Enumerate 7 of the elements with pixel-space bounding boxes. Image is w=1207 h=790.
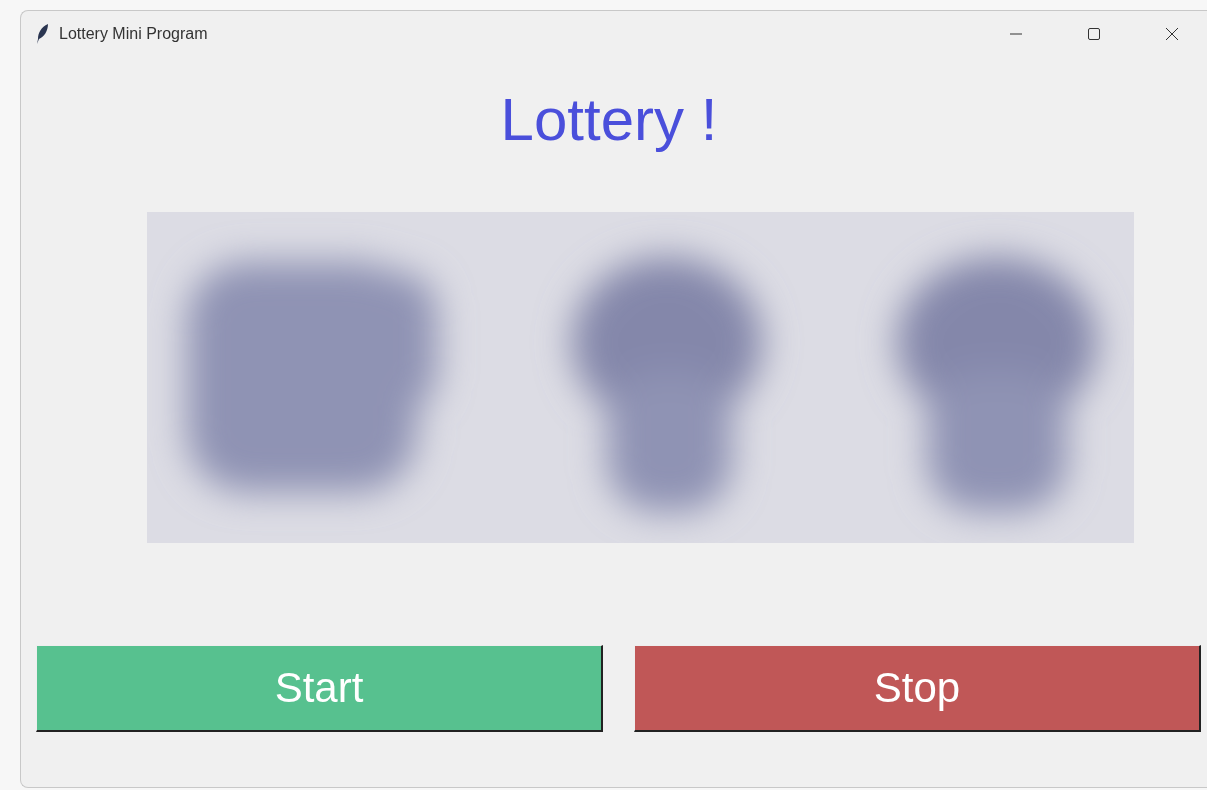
- stop-button[interactable]: Stop: [634, 645, 1201, 732]
- window-title: Lottery Mini Program: [59, 25, 209, 43]
- feather-icon: [35, 23, 51, 45]
- heading: Lottery !: [500, 85, 718, 154]
- close-icon[interactable]: [1164, 26, 1180, 42]
- maximize-icon[interactable]: [1086, 26, 1102, 42]
- start-button[interactable]: Start: [36, 645, 603, 732]
